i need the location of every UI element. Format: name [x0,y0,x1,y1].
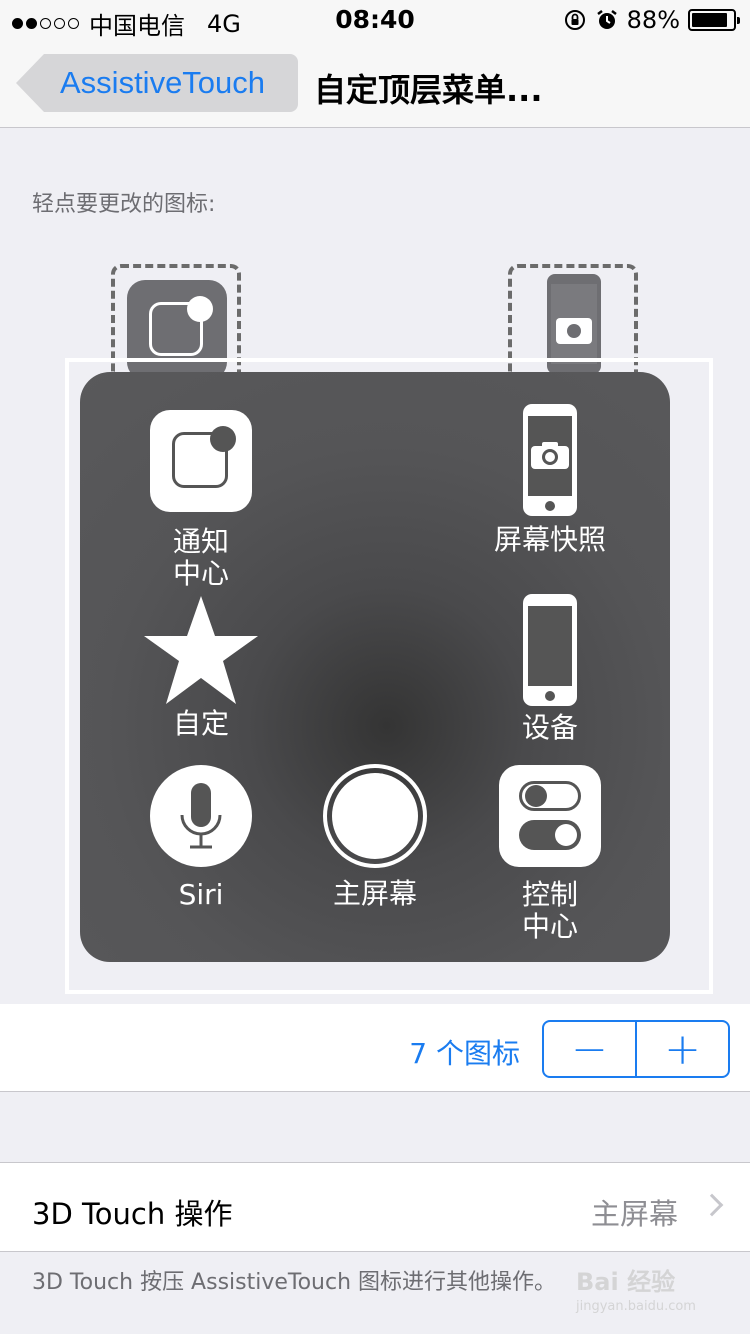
back-button[interactable]: AssistiveTouch [16,54,298,112]
3d-touch-label: 3D Touch 操作 [32,1197,233,1231]
status-right: 88% [563,6,740,34]
menu-item-label: 屏幕快照 [493,523,606,556]
menu-item-custom[interactable]: 自定 [121,594,281,740]
menu-item-device[interactable]: 设备 [470,594,630,744]
control-center-icon [499,765,601,867]
star-icon [144,596,258,704]
menu-item-label: 设备 [521,711,578,744]
watermark-url: jingyan.baidu.com [576,1299,696,1314]
decrease-button[interactable]: − [544,1022,637,1076]
battery-level-fill [692,13,728,27]
menu-item-label: 控制 中心 [521,878,578,943]
alarm-icon [596,10,617,29]
battery-percent: 88% [626,6,680,34]
watermark-brand: Bai 经验 [576,1268,676,1296]
navigation-bar: AssistiveTouch 自定顶层菜单... [0,40,750,128]
menu-item-control-center[interactable]: 控制 中心 [470,765,630,943]
chevron-right-icon [700,1193,724,1217]
menu-item-screenshot[interactable]: 屏幕快照 [470,404,630,556]
icon-count-row: 7 个图标 − + [0,1004,750,1092]
menu-item-home[interactable]: 主屏幕 [295,764,455,910]
assistivetouch-menu: 通知 中心 屏幕快照 自定 设备 Siri 主屏幕 控制 中心 [80,372,670,962]
home-button-icon [323,764,427,868]
notification-center-icon [150,410,252,512]
menu-item-label: 主屏幕 [332,877,417,910]
menu-item-label: Siri [178,878,224,911]
rotation-lock-icon [564,10,585,30]
instruction-text: 轻点要更改的图标: [32,192,216,217]
screenshot-icon [523,404,577,516]
battery-icon [688,9,740,31]
device-icon [523,594,577,706]
menu-item-notification-center[interactable]: 通知 中心 [121,410,281,590]
increase-button[interactable]: + [637,1022,728,1076]
baidu-watermark: Bai 经验 jingyan.baidu.com [576,1262,696,1314]
icon-count-stepper[interactable]: − + [542,1020,730,1078]
menu-item-label: 通知 中心 [172,525,229,590]
icon-count-label: 7 个图标 [409,1037,520,1070]
page-title: 自定顶层菜单... [314,71,543,109]
3d-touch-value: 主屏幕 [590,1197,678,1231]
menu-item-siri[interactable]: Siri [121,765,281,911]
microphone-icon [150,765,252,867]
menu-item-label: 自定 [172,707,229,740]
status-bar: 中国电信 4G 08:40 88% [0,0,750,40]
3d-touch-row[interactable]: 3D Touch 操作 主屏幕 [0,1162,750,1252]
footer-note: 3D Touch 按压 AssistiveTouch 图标进行其他操作。 [32,1270,557,1295]
